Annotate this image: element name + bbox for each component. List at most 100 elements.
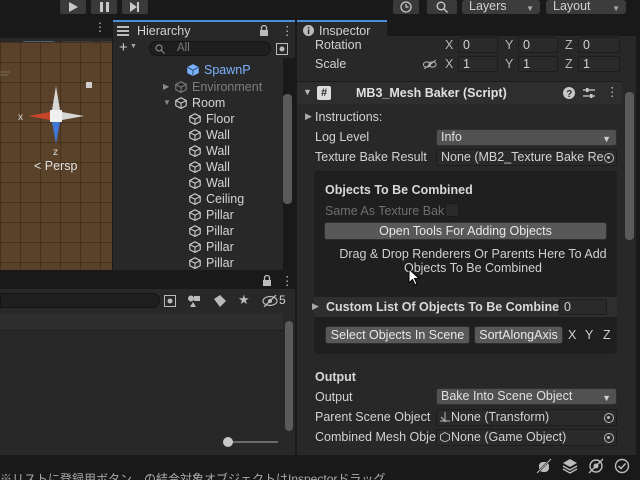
rotation-z-field[interactable]: 0 <box>578 37 620 53</box>
eye-hidden-icon[interactable] <box>262 295 278 307</box>
combined-mesh-field[interactable]: None (Game Object) <box>436 429 617 446</box>
hierarchy-item-label: Wall <box>206 128 230 142</box>
component-header[interactable]: ▼ # MB3_Mesh Baker (Script) ? ⋮ <box>297 82 622 104</box>
hierarchy-item[interactable]: Ceiling <box>189 191 244 207</box>
hierarchy-search-input[interactable]: All <box>149 41 271 56</box>
inspector-scrollbar[interactable] <box>625 92 634 240</box>
sort-along-axis-button[interactable]: SortAlongAxis <box>474 326 563 344</box>
expand-arrow-icon[interactable]: ▶ <box>163 82 169 91</box>
rotation-y-field[interactable]: 0 <box>518 37 558 53</box>
hierarchy-item[interactable]: Pillar <box>189 207 234 223</box>
collapse-arrow-icon[interactable]: ▼ <box>303 87 312 97</box>
hierarchy-item[interactable]: Pillar <box>189 255 234 270</box>
search-by-type-icon[interactable] <box>164 295 176 307</box>
hierarchy-list[interactable]: SpawnP Environment ▶ Room ▼ Floor Wall Wall Wall… <box>113 58 283 270</box>
texture-bake-field[interactable]: None (MB2_Texture Bake Re <box>436 149 617 166</box>
custom-list-header[interactable]: ▶ Custom List Of Objects To Be Combined … <box>312 297 617 317</box>
chevron-down-icon: ▼ <box>612 4 620 13</box>
hierarchy-item[interactable]: Pillar <box>189 223 234 239</box>
check-circle-icon[interactable] <box>614 458 630 474</box>
log-level-value: Info <box>441 130 462 144</box>
lighting-off-icon[interactable] <box>588 458 604 474</box>
history-button[interactable] <box>393 0 419 14</box>
scene-tab-strip: ⋮ <box>0 16 112 38</box>
list-icon <box>117 26 129 36</box>
hierarchy-tab[interactable]: Hierarchy ⋮ <box>113 20 295 40</box>
output-section-title: Output <box>315 370 356 384</box>
output-label: Output <box>315 390 353 404</box>
scale-z-field[interactable]: 1 <box>578 56 620 72</box>
hierarchy-item[interactable]: Wall <box>189 143 230 159</box>
layers-stack-icon[interactable] <box>562 458 578 474</box>
project-content[interactable] <box>0 313 295 455</box>
hierarchy-item[interactable]: Wall <box>189 127 230 143</box>
collapse-arrow-icon[interactable]: ▼ <box>163 98 171 107</box>
hierarchy-item[interactable]: Room <box>175 95 225 111</box>
expand-arrow-icon[interactable]: ▶ <box>312 301 319 312</box>
scene-visibility-icon[interactable] <box>276 43 288 55</box>
sort-y-option[interactable]: Y <box>585 328 593 342</box>
persp-label[interactable]: < Persp <box>34 159 77 173</box>
more-options-icon[interactable]: ⋮ <box>606 84 619 99</box>
hierarchy-scrollbar[interactable] <box>283 94 292 204</box>
hierarchy-item[interactable]: Floor <box>189 111 234 127</box>
project-search-input[interactable] <box>0 293 160 308</box>
zoom-slider-track[interactable] <box>228 441 278 443</box>
sort-x-option[interactable]: X <box>568 328 576 342</box>
help-icon[interactable]: ? <box>563 87 575 99</box>
pause-button[interactable] <box>91 0 117 14</box>
search-icon <box>155 44 165 54</box>
play-button[interactable] <box>60 0 86 14</box>
label-filter-icon[interactable] <box>214 295 226 307</box>
hierarchy-item[interactable]: Pillar <box>189 239 234 255</box>
scale-x-field[interactable]: 1 <box>458 56 498 72</box>
texture-bake-label: Texture Bake Result <box>315 150 427 164</box>
drag-drop-area[interactable]: Drag & Drop Renderers Or Parents Here To… <box>337 247 609 277</box>
hierarchy-item[interactable]: SpawnP <box>187 62 251 78</box>
lock-icon[interactable] <box>262 275 272 286</box>
select-objects-button[interactable]: Select Objects In Scene <box>325 326 470 344</box>
more-options-icon[interactable]: ⋮ <box>94 20 106 34</box>
more-options-icon[interactable]: ⋮ <box>281 273 294 288</box>
add-icon[interactable]: + <box>119 39 128 56</box>
scale-y-field[interactable]: 1 <box>518 56 558 72</box>
zoom-slider-thumb[interactable] <box>223 437 233 447</box>
output-dropdown[interactable]: Bake Into Scene Object ▼ <box>436 388 617 405</box>
rotation-z-axis: Z <box>565 38 573 52</box>
scene-gizmo[interactable]: x z <box>0 42 112 270</box>
gameobject-cube-icon <box>189 209 201 221</box>
hierarchy-item-label: Wall <box>206 160 230 174</box>
sort-z-option[interactable]: Z <box>603 328 611 342</box>
preset-sliders-icon[interactable] <box>583 87 595 99</box>
hierarchy-item[interactable]: Wall <box>189 159 230 175</box>
hierarchy-item[interactable]: Environment <box>175 79 262 95</box>
project-row-selected[interactable] <box>0 313 283 331</box>
hierarchy-item[interactable]: Wall <box>189 175 230 191</box>
layers-dropdown[interactable]: Layers ▼ <box>462 0 540 14</box>
project-scrollbar[interactable] <box>285 321 293 431</box>
shapes-filter-icon[interactable] <box>187 295 201 307</box>
more-options-icon[interactable]: ⋮ <box>281 23 294 38</box>
instructions-expand-icon[interactable]: ▶ <box>305 111 312 122</box>
object-picker-icon[interactable] <box>604 433 614 443</box>
scene-axis-x-label: x <box>18 112 23 123</box>
custom-list-count[interactable]: 0 <box>559 299 607 315</box>
instructions-label[interactable]: Instructions: <box>315 110 382 124</box>
step-button[interactable] <box>122 0 148 14</box>
rotation-x-field[interactable]: 0 <box>458 37 498 53</box>
object-picker-icon[interactable] <box>604 153 614 163</box>
chevron-down-icon[interactable]: ▼ <box>130 43 137 50</box>
link-constrain-icon[interactable] <box>423 60 437 69</box>
scene-view[interactable]: x z < Persp <box>0 42 112 270</box>
log-level-dropdown[interactable]: Info ▼ <box>436 129 617 146</box>
lock-icon[interactable] <box>259 25 269 36</box>
debug-off-icon[interactable] <box>536 458 552 474</box>
same-as-texture-checkbox[interactable] <box>445 203 459 217</box>
search-button[interactable] <box>427 0 457 14</box>
layout-dropdown[interactable]: Layout ▼ <box>546 0 626 14</box>
star-icon[interactable]: ★ <box>238 292 250 308</box>
object-picker-icon[interactable] <box>604 413 614 423</box>
custom-list-label: Custom List Of Objects To Be Combined <box>326 300 567 314</box>
open-tools-button[interactable]: Open Tools For Adding Objects <box>324 222 607 240</box>
parent-scene-field[interactable]: None (Transform) <box>436 409 617 426</box>
